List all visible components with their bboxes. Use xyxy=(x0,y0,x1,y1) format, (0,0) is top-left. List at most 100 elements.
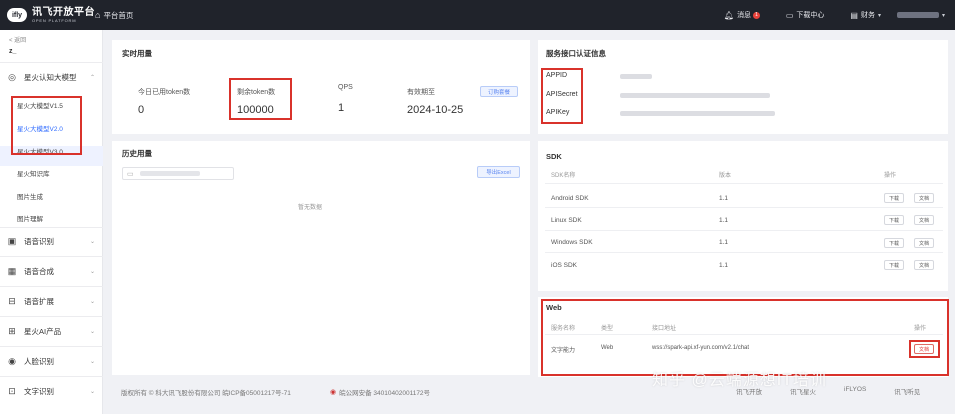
apikey-label: APIKey xyxy=(546,109,570,116)
sdk-row-version: 1.1 xyxy=(719,195,729,202)
web-title: Web xyxy=(546,303,562,312)
messages-link[interactable]: 🔔︎ 消息 1 xyxy=(724,10,760,20)
sdk-download-button[interactable]: 下载 xyxy=(884,193,904,203)
sidebar-item-image-understanding[interactable]: 图片理解 xyxy=(17,213,43,223)
sidebar-group-spark[interactable]: ◎ 星火认知大模型 ⌃ xyxy=(6,72,98,83)
web-row-type: Web xyxy=(601,345,614,351)
appid-value-redacted[interactable] xyxy=(620,74,652,79)
web-doc-button[interactable]: 文档 xyxy=(914,344,934,354)
sdk-doc-button[interactable]: 文档 xyxy=(914,260,934,270)
sidebar-group-tts[interactable]: ▦ 语音合成 ⌄ xyxy=(6,266,98,277)
finance-label: 财务 xyxy=(860,12,875,19)
apisecret-label: APISecret xyxy=(546,91,578,98)
sdk-row-name: Linux SDK xyxy=(551,217,582,224)
web-row-name: 文字能力 xyxy=(551,348,576,354)
speech-synthesis-icon: ▦ xyxy=(7,266,17,276)
chevron-down-icon: ▾ xyxy=(877,12,881,19)
web-col-name: 服务名称 xyxy=(551,326,576,332)
sdk-download-button[interactable]: 下载 xyxy=(884,238,904,248)
police-badge-icon: ◉ xyxy=(330,389,337,396)
sdk-title: SDK xyxy=(546,152,562,161)
messages-badge: 1 xyxy=(753,11,760,19)
web-col-url: 接口地址 xyxy=(652,326,677,332)
chevron-down-icon: ⌄ xyxy=(89,239,95,245)
divider xyxy=(0,346,103,347)
footer-link[interactable]: iFLYOS xyxy=(844,386,866,396)
user-menu[interactable]: ▾ xyxy=(896,12,945,19)
sdk-doc-button[interactable]: 文档 xyxy=(914,238,934,248)
copyright-text: 版权所有 © 科大讯飞股份有限公司 皖ICP备05001217号-71 xyxy=(121,390,291,397)
sidebar-item-spark-v30[interactable]: 星火大模型V3.0 xyxy=(17,146,63,156)
home-icon: ⌂ xyxy=(95,10,101,20)
app-name: z_ xyxy=(9,48,17,55)
download-center-link[interactable]: ▭ 下载中心 xyxy=(786,10,825,20)
sdk-row-version: 1.1 xyxy=(719,262,729,269)
top-bar: ifly 讯飞开放平台 OPEN PLATFORM ⌂ 平台首页 🔔︎ 消息 1… xyxy=(0,0,955,30)
sidebar: < 返回 z_ ◎ 星火认知大模型 ⌃ 星火大模型V1.5 星火大模型V2.0 … xyxy=(0,30,103,414)
back-link[interactable]: < 返回 xyxy=(9,35,26,44)
sidebar-item-knowledge-base[interactable]: 星火知识库 xyxy=(17,168,50,178)
logo[interactable]: ifly 讯飞开放平台 OPEN PLATFORM xyxy=(7,6,95,23)
chevron-down-icon: ▾ xyxy=(941,12,945,19)
calendar-icon: ▭ xyxy=(127,170,134,178)
realtime-usage-title: 实时用量 xyxy=(122,49,152,58)
history-usage-title: 历史用量 xyxy=(122,149,152,158)
sidebar-item-spark-v20[interactable]: 星火大模型V2.0 xyxy=(17,123,63,133)
sidebar-group-asr[interactable]: ▣ 语音识别 ⌄ xyxy=(6,236,98,247)
footer-link[interactable]: 讯飞听见 xyxy=(894,386,920,396)
chevron-up-icon: ⌃ xyxy=(89,75,95,81)
chevron-down-icon: ⌄ xyxy=(89,329,95,335)
sdk-row-name: Android SDK xyxy=(551,195,589,202)
divider xyxy=(0,256,103,257)
sidebar-item-spark-v15[interactable]: 星火大模型V1.5 xyxy=(17,100,63,110)
apisecret-value-redacted[interactable] xyxy=(620,93,770,98)
sidebar-group-face[interactable]: ◉ 人脸识别 ⌄ xyxy=(6,356,98,367)
sdk-download-button[interactable]: 下载 xyxy=(884,215,904,225)
sdk-col-action: 操作 xyxy=(884,173,897,179)
sidebar-group-spark-ai[interactable]: ⊞ 星火AI产品 ⌄ xyxy=(6,326,98,337)
web-card xyxy=(538,297,948,377)
logo-subtitle: OPEN PLATFORM xyxy=(32,17,77,23)
logo-mark: ifly xyxy=(7,8,27,22)
divider xyxy=(0,316,103,317)
police-record[interactable]: ◉ 皖公网安备 34010402001172号 xyxy=(330,387,430,397)
web-col-type: 类型 xyxy=(601,326,614,332)
face-icon: ◉ xyxy=(8,356,16,366)
export-excel-button[interactable]: 导出Excel xyxy=(477,166,520,178)
divider xyxy=(0,376,103,377)
row-divider xyxy=(545,252,943,253)
stat-value-today-used: 0 xyxy=(138,104,145,116)
appid-label: APPID xyxy=(546,72,568,79)
renew-package-button[interactable]: 订购套餐 xyxy=(480,86,518,97)
chevron-down-icon: ⌄ xyxy=(89,359,95,365)
username-redacted xyxy=(896,12,939,18)
sdk-download-button[interactable]: 下载 xyxy=(884,260,904,270)
web-col-action: 操作 xyxy=(914,326,927,332)
sidebar-group-speech-ext[interactable]: ⊟ 语音扩展 ⌄ xyxy=(6,296,98,307)
row-divider xyxy=(545,183,943,184)
home-link[interactable]: ⌂ 平台首页 xyxy=(95,10,133,21)
divider xyxy=(0,62,103,63)
web-row-url[interactable]: wss://spark-api.xf-yun.com/v2.1/chat xyxy=(652,345,749,351)
finance-menu[interactable]: ▤ 财务 ▾ xyxy=(850,10,881,20)
sidebar-item-image-generation[interactable]: 图片生成 xyxy=(17,191,43,201)
date-range-picker[interactable]: ▭ xyxy=(122,167,234,180)
text-recognition-icon: ⊡ xyxy=(8,386,16,396)
logo-name: 讯飞开放平台 xyxy=(32,6,95,18)
sdk-row-version: 1.1 xyxy=(719,217,729,224)
speech-extension-icon: ⊟ xyxy=(8,296,16,306)
download-center-label: 下载中心 xyxy=(796,12,825,19)
sidebar-group-label: 语音合成 xyxy=(24,267,54,276)
watermark: 知乎 @云端源想IT培训 xyxy=(652,372,827,389)
monitor-icon: ▭ xyxy=(785,10,794,20)
sidebar-group-ocr[interactable]: ⊡ 文字识别 ⌄ xyxy=(6,386,98,397)
row-divider xyxy=(545,334,943,335)
credentials-title: 服务接口认证信息 xyxy=(546,49,606,58)
sdk-doc-button[interactable]: 文档 xyxy=(914,215,934,225)
sidebar-group-label: 星火AI产品 xyxy=(24,327,62,336)
sidebar-group-label: 语音扩展 xyxy=(24,297,54,306)
home-label: 平台首页 xyxy=(103,10,134,20)
apikey-value-redacted[interactable] xyxy=(620,111,775,116)
sdk-doc-button[interactable]: 文档 xyxy=(914,193,934,203)
divider xyxy=(0,286,103,287)
